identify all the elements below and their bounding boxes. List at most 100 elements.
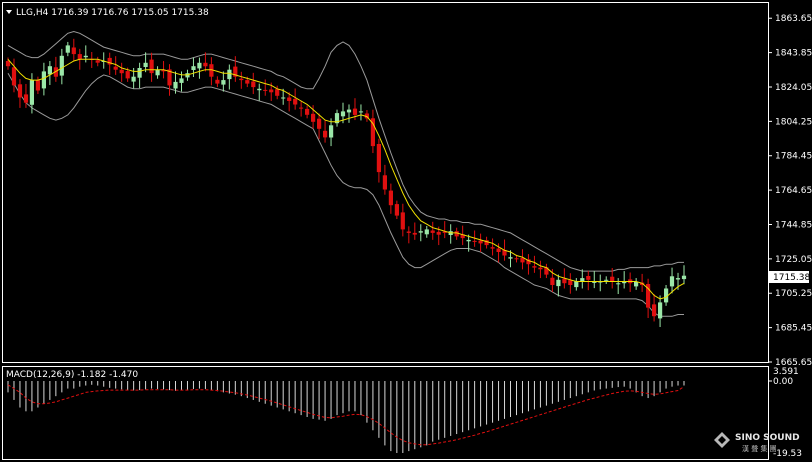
candle-body	[263, 89, 268, 91]
candle-body	[173, 81, 178, 89]
candle-body	[436, 231, 441, 235]
candle-body	[269, 89, 274, 93]
candle-body	[358, 111, 364, 113]
price-axis-label: 1764.65	[775, 186, 812, 196]
price-axis-label: 1784.45	[775, 152, 812, 162]
candle-body	[681, 275, 687, 280]
candle-body	[382, 175, 387, 190]
logo-sub: 漢 聲 集 團	[742, 444, 777, 453]
candle-body	[610, 276, 615, 282]
candle-body	[41, 71, 46, 89]
candle-body	[251, 81, 256, 88]
candle-body	[257, 88, 262, 91]
candle-body	[113, 66, 118, 70]
candle-body	[562, 278, 567, 284]
candle-body	[95, 60, 100, 63]
candle-body	[83, 55, 88, 58]
candle-body	[406, 231, 411, 233]
candle-body	[65, 45, 70, 53]
candle-body	[191, 66, 196, 70]
candle-body	[376, 144, 381, 173]
candle-body	[669, 276, 675, 287]
candle-body	[675, 278, 681, 280]
candle-body	[305, 108, 310, 115]
candle-body	[119, 69, 124, 74]
candle-body	[388, 190, 393, 206]
candle-body	[131, 76, 136, 82]
candle-body	[652, 304, 657, 317]
price-axis-label: 1725.05	[775, 255, 812, 265]
candle-body	[586, 276, 591, 280]
candle-body	[293, 98, 298, 105]
candle-body	[11, 67, 17, 86]
candle-body	[412, 232, 417, 235]
macd-axis-top: 3.591	[773, 367, 799, 377]
price-axis-label: 1685.45	[775, 324, 812, 334]
candle-body	[125, 71, 130, 79]
candle-body	[299, 107, 304, 109]
price-axis-label: 1744.85	[775, 220, 812, 230]
candle-body	[508, 257, 513, 259]
candle-body	[418, 231, 423, 233]
macd-indicator	[7, 380, 772, 453]
candle-body	[5, 61, 11, 67]
candle-body	[29, 80, 34, 105]
candle-body	[215, 79, 220, 84]
candle-body	[311, 113, 316, 122]
price-axis-label: 1863.65	[775, 14, 812, 24]
candle-body	[466, 239, 471, 242]
candle-body	[287, 97, 292, 101]
candle-body	[430, 230, 435, 233]
price-axis-label: 1843.85	[775, 49, 812, 59]
candle-body	[227, 69, 232, 80]
candle-body	[149, 59, 154, 74]
candle-body	[17, 84, 23, 98]
candle-body	[143, 62, 148, 67]
candle-body	[478, 240, 483, 244]
candle-body	[490, 247, 495, 249]
candle-body	[59, 55, 64, 76]
candle-body	[658, 302, 663, 319]
candle-body	[35, 80, 40, 91]
candle-body	[155, 69, 160, 76]
candle-body	[424, 229, 429, 235]
candle-body	[550, 277, 555, 285]
candle-body	[77, 54, 82, 60]
candle-body	[394, 204, 399, 216]
candlestick-series	[5, 38, 687, 328]
candle-body	[514, 258, 519, 260]
macd-label: MACD(12,26,9) -1.182 -1.470	[6, 370, 138, 380]
candle-body	[317, 118, 322, 129]
moving-average	[7, 58, 685, 300]
candle-body	[323, 130, 328, 138]
candle-body	[329, 125, 334, 138]
candle-body	[556, 279, 561, 287]
candle-body	[23, 94, 29, 103]
candle-body	[568, 280, 573, 285]
chart-canvas: 1863.65 1843.85 1824.05 1804.25 1784.45 1764.…	[2, 2, 812, 460]
logo-brand: SINO SOUND	[735, 433, 800, 443]
price-axis-label: 1705.25	[775, 289, 812, 299]
candle-body	[352, 108, 358, 115]
candle-body	[281, 97, 286, 99]
trading-chart-window: 1863.65 1843.85 1824.05 1804.25 1784.45 1764.…	[0, 0, 812, 462]
dropdown-triangle-icon[interactable]	[6, 10, 12, 14]
candle-body	[275, 89, 280, 96]
candle-body	[472, 240, 477, 242]
price-axis-label: 1804.25	[775, 117, 812, 127]
macd-axis-bottom: -19.53	[773, 449, 802, 459]
candle-body	[496, 248, 501, 252]
macd-axis-zero: 0.00	[773, 377, 793, 387]
candle-body	[604, 279, 609, 281]
candle-body	[400, 212, 405, 230]
moving-average-line	[7, 58, 685, 300]
candle-body	[71, 47, 76, 55]
candle-body	[574, 281, 579, 288]
candle-body	[616, 283, 621, 285]
candle-body	[203, 62, 208, 67]
candle-body	[221, 80, 226, 85]
candle-body	[340, 111, 346, 117]
candle-body	[532, 266, 537, 268]
price-axis: 1863.65 1843.85 1824.05 1804.25 1784.45 1764.…	[768, 14, 812, 368]
candle-body	[239, 78, 244, 81]
